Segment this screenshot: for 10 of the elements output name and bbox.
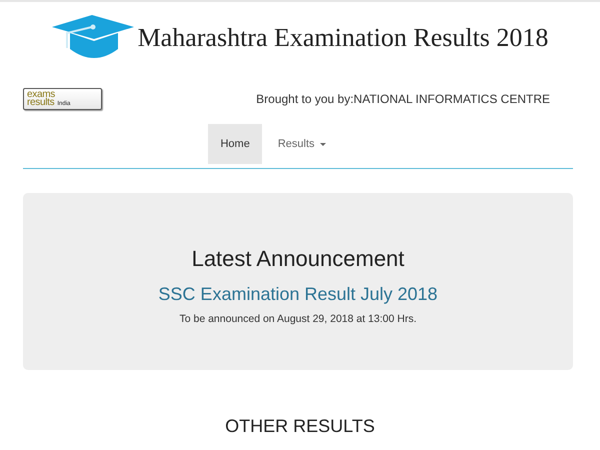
announcement-note: To be announced on August 29, 2018 at 13:00 Hrs.	[179, 313, 416, 325]
announcement-heading: Latest Announcement	[192, 246, 404, 272]
result-link[interactable]: SSC Examination Result July 2018	[158, 284, 438, 305]
graduation-cap-icon	[52, 15, 136, 61]
nav-tab[interactable]: Home	[208, 124, 262, 164]
caret-icon	[320, 142, 326, 146]
credit-text: Brought to you by:NATIONAL INFORMATICS CENTRE	[256, 92, 550, 106]
nav-tab[interactable]: Results	[266, 124, 338, 164]
site-title: Maharashtra Examination Results 2018	[138, 23, 548, 53]
section-heading: OTHER RESULTS	[224, 416, 376, 437]
